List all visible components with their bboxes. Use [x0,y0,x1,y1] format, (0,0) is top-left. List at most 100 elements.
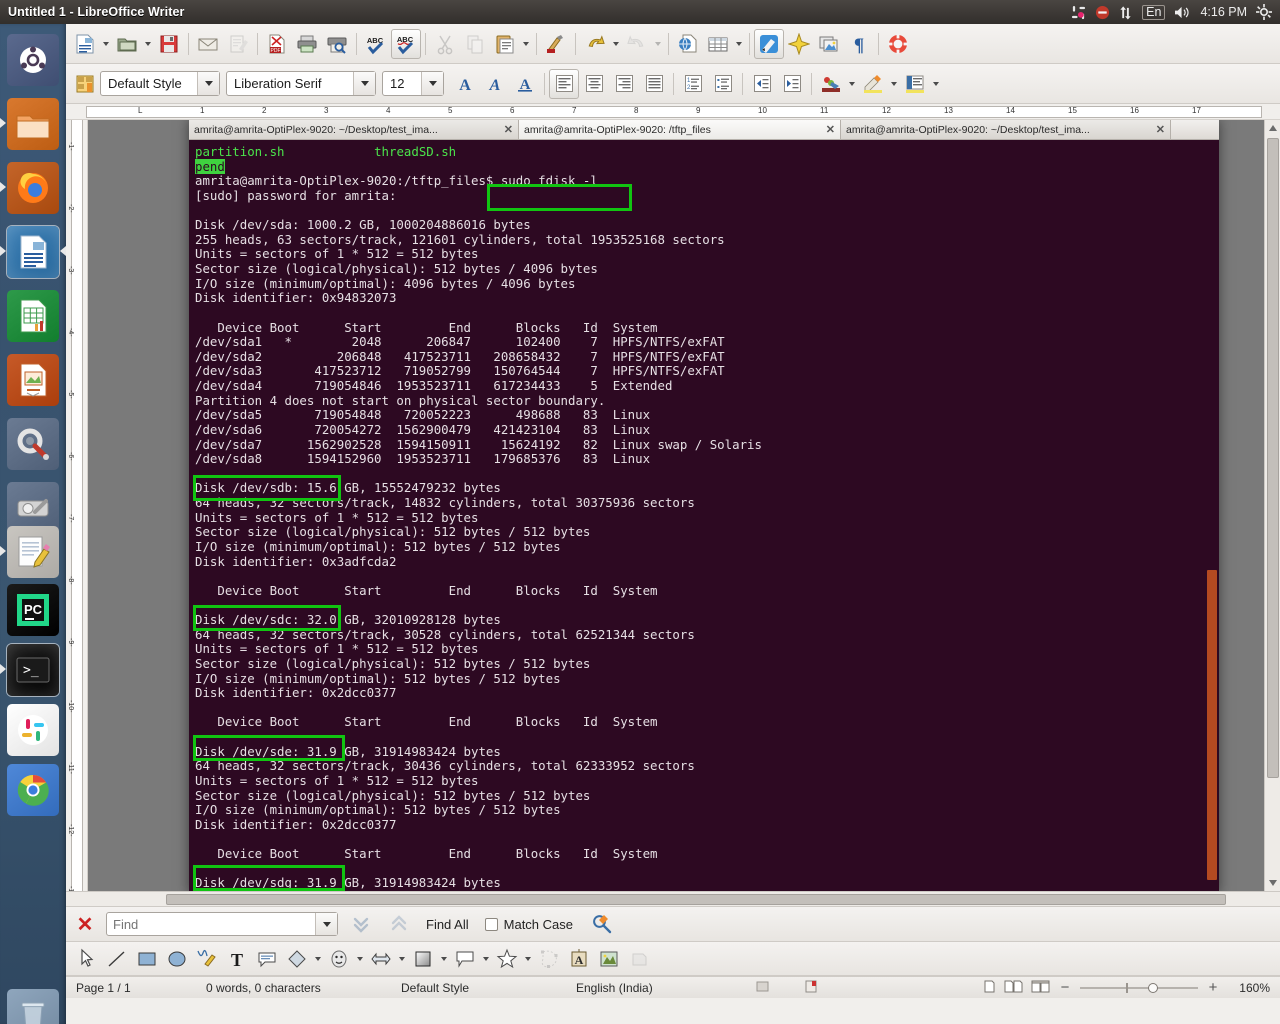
font-color-dropdown-icon[interactable] [888,70,900,98]
zoom-level[interactable]: 160% [1228,981,1270,995]
multi-page-view-button[interactable] [1004,980,1023,996]
basic-shapes-tool[interactable] [282,945,312,973]
sidebar-item-libreoffice-calc[interactable] [7,290,59,342]
stars-tool[interactable] [492,945,522,973]
vertical-ruler[interactable]: -1--2--3--4--5--6--7--8--9--10--11--12--… [66,120,88,906]
terminal-tab-1[interactable]: amrita@amrita-OptiPlex-9020: ~/Desktop/t… [189,120,519,139]
fontwork-tool[interactable]: A [564,945,594,973]
formatting-marks-button[interactable]: ¶ [844,29,874,59]
spelling-button[interactable]: ABC [361,29,391,59]
increase-indent-button[interactable] [777,69,807,99]
search-input[interactable] [107,917,315,932]
italic-button[interactable]: A [480,69,510,99]
font-name-combobox[interactable]: Liberation Serif [226,71,376,96]
search-history-dropdown-icon[interactable] [315,913,337,935]
insert-image-button[interactable] [814,29,844,59]
selection-mode-icon[interactable] [746,980,781,996]
insert-hyperlink-button[interactable] [673,29,703,59]
select-tool[interactable] [72,945,102,973]
system-settings-icon[interactable] [1256,4,1272,20]
new-document-button[interactable] [70,29,100,59]
insert-table-button[interactable] [703,29,733,59]
undo-button[interactable] [580,29,610,59]
justified-button[interactable] [639,69,669,99]
3d-objects-dropdown-icon[interactable] [438,945,450,973]
terminal-tab-2[interactable]: amrita@amrita-OptiPlex-9020: /tftp_files… [519,120,841,139]
new-document-dropdown-icon[interactable] [100,30,112,58]
close-find-toolbar-button[interactable]: ✕ [72,912,98,937]
show-draw-functions-button[interactable] [754,29,784,59]
font-size-combobox[interactable]: 12 [382,71,444,96]
book-view-button[interactable] [1031,980,1050,996]
insert-table-dropdown-icon[interactable] [733,30,745,58]
keyboard-layout-indicator[interactable]: En [1142,5,1165,20]
scroll-down-icon[interactable] [1267,877,1279,889]
sidebar-item-google-chrome[interactable] [7,764,59,816]
search-input-wrapper[interactable] [106,912,338,936]
clone-formatting-button[interactable] [541,29,571,59]
match-case-label[interactable]: Match Case [504,917,573,932]
bold-button[interactable]: A [450,69,480,99]
align-right-button[interactable] [609,69,639,99]
symbol-shapes-dropdown-icon[interactable] [354,945,366,973]
text-language[interactable]: English (India) [566,981,746,995]
set-paragraph-style-icon[interactable] [70,69,100,99]
ellipse-tool[interactable] [162,945,192,973]
horizontal-ruler[interactable]: L1234567891011121314151617 [66,104,1280,120]
align-center-button[interactable] [579,69,609,99]
decrease-indent-button[interactable] [747,69,777,99]
find-previous-icon[interactable] [384,909,414,939]
do-not-disturb-icon[interactable] [1095,5,1110,20]
find-and-replace-icon[interactable] [587,909,617,939]
terminal-tab-3[interactable]: amrita@amrita-OptiPlex-9020: ~/Desktop/t… [841,120,1171,139]
volume-icon[interactable] [1174,5,1191,20]
text-box-tool[interactable]: T [222,945,252,973]
print-button[interactable] [292,29,322,59]
slack-indicator-icon[interactable] [1071,5,1086,20]
block-arrows-dropdown-icon[interactable] [396,945,408,973]
scroll-up-icon[interactable] [1267,122,1279,134]
match-case-checkbox[interactable] [485,918,498,931]
sidebar-item-files[interactable] [7,98,59,150]
sidebar-item-libreoffice-writer[interactable] [7,226,59,278]
insert-special-character-button[interactable] [784,29,814,59]
clock[interactable]: 4:16 PM [1200,5,1247,19]
sidebar-item-terminal[interactable]: >_ [7,644,59,696]
ordered-list-button[interactable]: 12 [678,69,708,99]
help-button[interactable] [883,29,913,59]
terminal-tab-close-icon[interactable]: ✕ [1156,123,1165,136]
sidebar-item-ubuntu-dash[interactable] [7,34,59,86]
terminal-scrollbar[interactable] [1205,140,1219,894]
undo-dropdown-icon[interactable] [610,30,622,58]
print-preview-button[interactable] [322,29,352,59]
terminal-tab-close-icon[interactable]: ✕ [504,123,513,136]
export-pdf-button[interactable]: PDF [262,29,292,59]
single-page-view-button[interactable] [983,980,996,996]
terminal-window[interactable]: amrita@amrita-OptiPlex-9020: ~/Desktop/t… [189,120,1219,894]
sidebar-item-system-settings[interactable] [7,418,59,470]
basic-shapes-dropdown-icon[interactable] [312,945,324,973]
sidebar-item-text-editor[interactable] [7,526,59,578]
paste-button[interactable] [490,29,520,59]
symbol-shapes-tool[interactable] [324,945,354,973]
paragraph-format-button[interactable] [816,69,846,99]
paragraph-style-combobox[interactable]: Default Style [100,71,220,96]
zoom-in-button[interactable]: + [1206,979,1220,996]
callouts-tool[interactable] [252,945,282,973]
terminal-tab-close-icon[interactable]: ✕ [826,123,835,136]
sidebar-item-pycharm[interactable]: PC [7,584,59,636]
open-document-button[interactable] [112,29,142,59]
document-horizontal-scrollbar[interactable] [66,891,1280,906]
open-document-dropdown-icon[interactable] [142,30,154,58]
paste-dropdown-icon[interactable] [520,30,532,58]
stars-dropdown-icon[interactable] [522,945,534,973]
font-name-dropdown-icon[interactable] [353,72,375,95]
terminal-output[interactable]: partition.sh threadSD.shpendamrita@amrit… [189,140,1219,894]
font-size-dropdown-icon[interactable] [421,72,443,95]
callout-shapes-dropdown-icon[interactable] [480,945,492,973]
sidebar-item-trash[interactable] [7,989,59,1024]
highlighting-color-button[interactable] [900,69,930,99]
underline-button[interactable]: A [510,69,540,99]
sidebar-item-libreoffice-impress[interactable] [7,354,59,406]
email-document-button[interactable] [193,29,223,59]
